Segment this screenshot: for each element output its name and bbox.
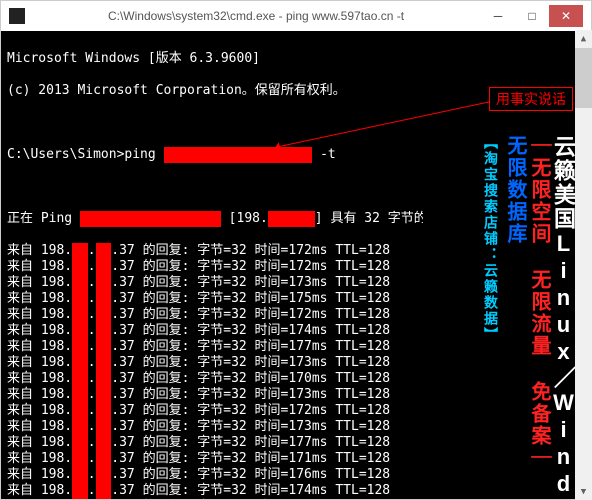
redacted-ip	[96, 307, 112, 323]
cmd-icon	[9, 8, 25, 24]
ad-col-2: ｜无限空间 无限流量 免备案｜	[529, 131, 549, 499]
redacted-ip	[72, 371, 88, 387]
minimize-button[interactable]	[481, 5, 515, 27]
redacted-ip	[72, 259, 88, 275]
redacted-ip	[72, 323, 88, 339]
window-title: C:\Windows\system32\cmd.exe - ping www.5…	[31, 9, 481, 23]
redacted-ip	[96, 387, 112, 403]
titlebar[interactable]: C:\Windows\system32\cmd.exe - ping www.5…	[1, 1, 591, 31]
ad-overlay: 云籁美国Linux／Windows ｜无限空间 无限流量 免备案｜ 无限数据库 …	[423, 131, 573, 499]
vertical-scrollbar[interactable]	[575, 30, 592, 500]
redacted-ip	[96, 355, 112, 371]
scroll-thumb[interactable]	[575, 48, 592, 108]
redacted-ip	[96, 323, 112, 339]
close-button[interactable]	[549, 5, 583, 27]
redacted-ip	[72, 483, 88, 499]
redacted-ip	[72, 435, 88, 451]
ad-col-1: 云籁美国Linux／Windows	[553, 131, 573, 499]
redacted-ip	[96, 419, 112, 435]
scroll-down-button[interactable]	[575, 483, 592, 500]
blank-line	[7, 115, 585, 131]
redacted-ip	[96, 243, 112, 259]
redacted-host	[164, 147, 313, 163]
redacted-ip	[96, 275, 112, 291]
redacted-ip	[96, 403, 112, 419]
redacted-ip	[72, 387, 88, 403]
redacted-ip	[72, 307, 88, 323]
redacted-host	[80, 211, 221, 227]
redacted-ip	[96, 451, 112, 467]
redacted-ip	[72, 243, 88, 259]
redacted-ip	[96, 259, 112, 275]
redacted-ip	[72, 275, 88, 291]
redacted-ip	[72, 451, 88, 467]
redacted-ip	[72, 355, 88, 371]
redacted-ip	[72, 291, 88, 307]
redacted-ip	[96, 291, 112, 307]
redacted-ip	[96, 435, 112, 451]
redacted-ip	[72, 339, 88, 355]
redacted-ip	[72, 467, 88, 483]
redacted-ip	[96, 371, 112, 387]
ad-col-4: 【淘宝搜索店铺：云籁数据】	[481, 131, 501, 499]
redacted-ip	[96, 467, 112, 483]
redacted-ip	[268, 211, 315, 227]
terminal-output[interactable]: Microsoft Windows [版本 6.3.9600] (c) 2013…	[1, 31, 591, 499]
maximize-button[interactable]	[515, 5, 549, 27]
annotation-box: 用事实说话	[489, 87, 573, 111]
redacted-ip	[96, 339, 112, 355]
window-buttons	[481, 5, 583, 27]
redacted-ip	[72, 403, 88, 419]
version-line: Microsoft Windows [版本 6.3.9600]	[7, 51, 585, 67]
scroll-up-button[interactable]	[575, 30, 592, 47]
ad-col-3: 无限数据库	[505, 131, 525, 499]
redacted-ip	[72, 419, 88, 435]
cmd-window: C:\Windows\system32\cmd.exe - ping www.5…	[0, 0, 592, 500]
redacted-ip	[96, 483, 112, 499]
